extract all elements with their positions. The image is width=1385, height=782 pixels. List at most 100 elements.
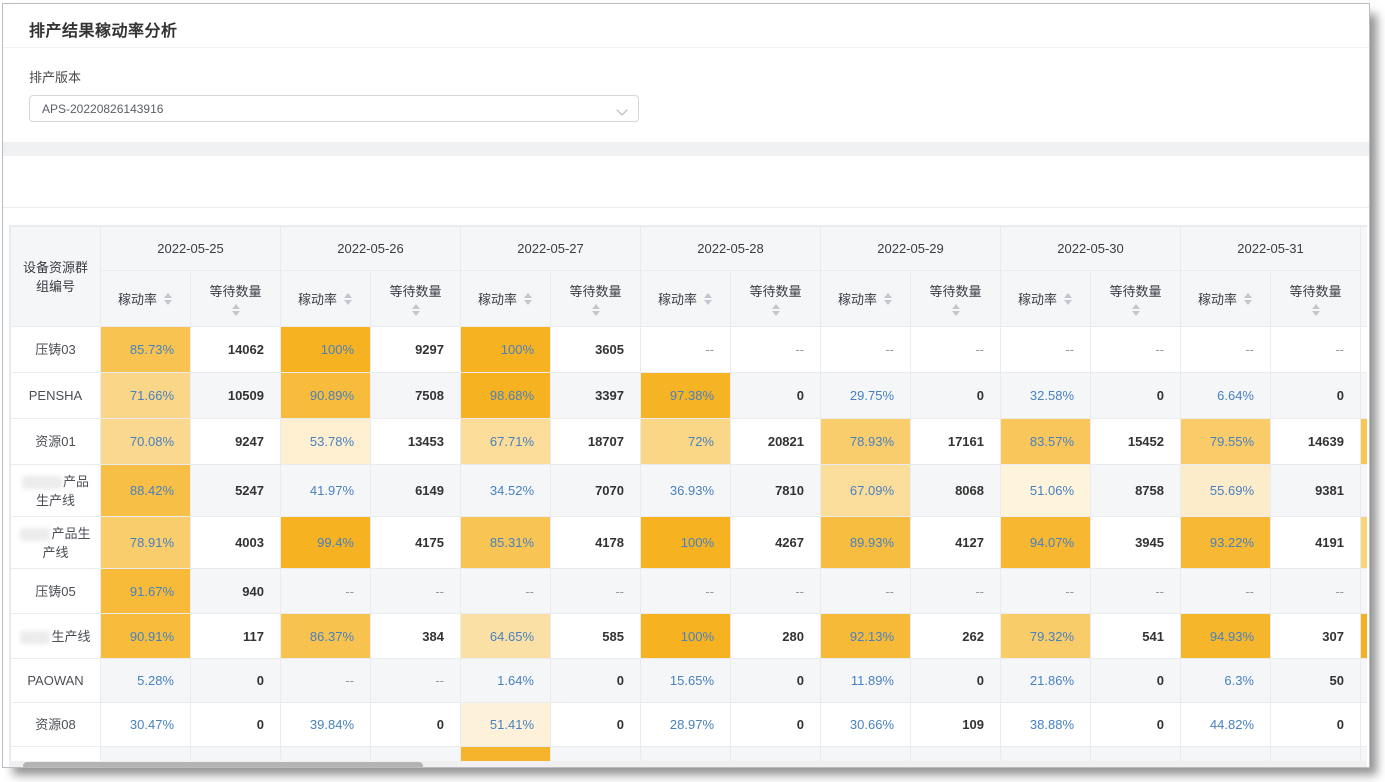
waiting-cell	[551, 747, 641, 762]
waiting-cell: --	[1271, 569, 1361, 614]
sort-icon[interactable]	[411, 303, 421, 317]
waiting-cell: 15452	[1091, 419, 1181, 465]
utilization-cell: 78.93%	[821, 419, 911, 465]
sort-icon[interactable]	[523, 292, 533, 306]
utilization-value: 93.22%	[1210, 535, 1254, 550]
version-select[interactable]: APS-20220826143916	[29, 95, 639, 122]
resource-name-cell: 生产线	[11, 614, 101, 659]
sort-icon[interactable]	[343, 292, 353, 306]
waiting-cell: 13453	[371, 419, 461, 465]
utilization-value: 85.31%	[490, 535, 534, 550]
redacted-blur	[22, 476, 62, 489]
utilization-header-label: 稼动率	[1198, 289, 1237, 308]
caret-down-icon	[164, 300, 172, 305]
utilization-cell: 70.08%	[101, 419, 191, 465]
horizontal-scrollbar-thumb[interactable]	[23, 762, 423, 768]
utilization-value: 30.47%	[130, 717, 174, 732]
sort-icon[interactable]	[163, 292, 173, 306]
utilization-value: 15.65%	[670, 673, 714, 688]
overflow-cell	[1361, 747, 1368, 762]
utilization-cell: --	[1181, 569, 1271, 614]
waiting-cell: 0	[191, 659, 281, 703]
utilization-value: 32.58%	[1030, 388, 1074, 403]
utilization-cell: 39.84%	[281, 703, 371, 747]
caret-down-icon	[412, 311, 420, 316]
sort-icon[interactable]	[703, 292, 713, 306]
date-header: 2022-05-28	[641, 227, 821, 271]
resource-name-text: 生产线	[51, 629, 90, 644]
waiting-header-label: 等待数量	[1109, 281, 1161, 300]
waiting-cell: 4127	[911, 517, 1001, 569]
utilization-cell	[101, 747, 191, 762]
date-header: 2022-05-25	[101, 227, 281, 271]
waiting-cell: 9297	[371, 327, 461, 373]
caret-down-icon	[952, 311, 960, 316]
partial-table-row	[11, 747, 1368, 762]
waiting-cell: --	[371, 659, 461, 703]
sort-icon[interactable]	[951, 303, 961, 317]
horizontal-scrollbar[interactable]	[9, 761, 1367, 768]
utilization-header-label: 稼动率	[658, 289, 697, 308]
caret-down-icon	[1312, 311, 1320, 316]
caret-down-icon	[704, 300, 712, 305]
table-row: 压铸0591.67%940------------------------	[11, 569, 1368, 614]
utilization-value: 67.09%	[850, 483, 894, 498]
spacer	[3, 208, 1369, 225]
waiting-cell: 0	[911, 659, 1001, 703]
table-row: 资源0170.08%924753.78%1345367.71%1870772%2…	[11, 419, 1368, 465]
utilization-header-label: 稼动率	[298, 289, 337, 308]
utilization-value: 94.93%	[1210, 629, 1254, 644]
sort-icon[interactable]	[1243, 292, 1253, 306]
utilization-value: 89.93%	[850, 535, 894, 550]
utilization-cell: --	[1181, 327, 1271, 373]
sort-icon[interactable]	[1131, 303, 1141, 317]
utilization-value: 90.91%	[130, 629, 174, 644]
table-row: 产品生产线88.42%524741.97%614934.52%707036.93…	[11, 465, 1368, 517]
waiting-cell: 14639	[1271, 419, 1361, 465]
waiting-cell: 50	[1271, 659, 1361, 703]
utilization-value: 100%	[681, 535, 714, 550]
corner-header: 设备资源群组编号	[11, 227, 101, 327]
sort-icon[interactable]	[771, 303, 781, 317]
utilization-header-label: 稼动率	[118, 289, 157, 308]
sort-icon[interactable]	[1311, 303, 1321, 317]
waiting-cell: 0	[191, 703, 281, 747]
waiting-cell: 262	[911, 614, 1001, 659]
waiting-column-header: 等待数量	[911, 271, 1001, 327]
utilization-value: 5.28%	[137, 673, 174, 688]
waiting-cell: --	[1271, 327, 1361, 373]
sort-icon[interactable]	[1063, 292, 1073, 306]
caret-up-icon	[1132, 304, 1140, 309]
waiting-cell: 0	[1271, 373, 1361, 419]
utilization-header-label: 稼动率	[838, 289, 877, 308]
utilization-cell: --	[281, 569, 371, 614]
table-row: 资源0830.47%039.84%051.41%028.97%030.66%10…	[11, 703, 1368, 747]
utilization-value: 94.07%	[1030, 535, 1074, 550]
waiting-cell: 5247	[191, 465, 281, 517]
utilization-value: 34.52%	[490, 483, 534, 498]
resource-name-text: 资源08	[35, 717, 75, 732]
utilization-value: 70.08%	[130, 434, 174, 449]
sort-icon[interactable]	[591, 303, 601, 317]
utilization-cell: 30.47%	[101, 703, 191, 747]
utilization-cell: 41.97%	[281, 465, 371, 517]
utilization-cell: 94.93%	[1181, 614, 1271, 659]
utilization-cell: 38.88%	[1001, 703, 1091, 747]
utilization-cell: 6.3%	[1181, 659, 1271, 703]
page-title: 排产结果稼动率分析	[29, 23, 178, 40]
version-form: 排产版本 APS-20220826143916	[3, 48, 1369, 142]
sort-icon[interactable]	[883, 292, 893, 306]
utilization-cell: 100%	[281, 327, 371, 373]
sort-icon[interactable]	[231, 303, 241, 317]
caret-down-icon	[884, 300, 892, 305]
page-header: 排产结果稼动率分析	[3, 4, 1369, 48]
overflow-cell	[1361, 569, 1368, 614]
waiting-cell: 0	[551, 703, 641, 747]
waiting-cell: 8068	[911, 465, 1001, 517]
utilization-cell: 92.13%	[821, 614, 911, 659]
waiting-cell: 18707	[551, 419, 641, 465]
resource-name-text: PAOWAN	[27, 673, 83, 688]
utilization-cell: --	[641, 569, 731, 614]
utilization-value: 99.4%	[317, 535, 354, 550]
waiting-column-header: 等待数量	[551, 271, 641, 327]
